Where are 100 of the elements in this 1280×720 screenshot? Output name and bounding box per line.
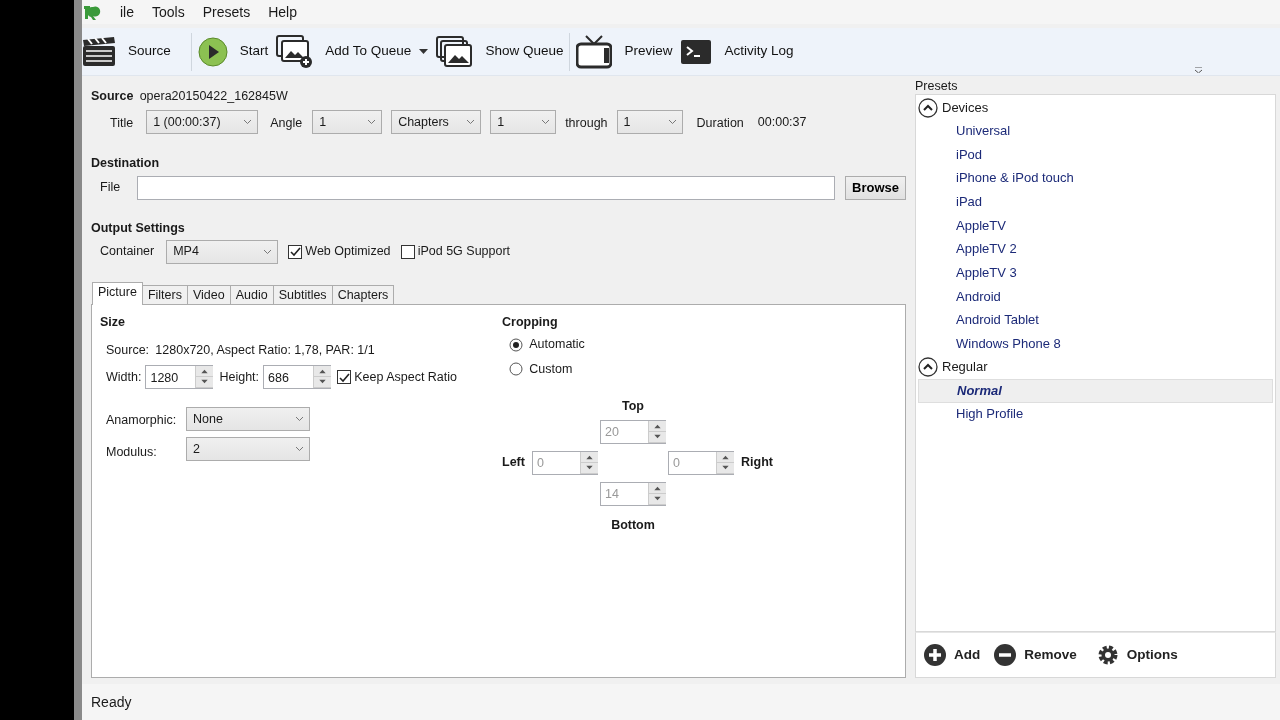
dropdown[interactable]: None	[186, 407, 310, 431]
preset-item[interactable]: iPad	[918, 190, 1273, 214]
source-button[interactable]: Source	[82, 31, 185, 72]
add-queue-button[interactable]: Add To Queue	[276, 31, 437, 72]
tv-icon	[576, 34, 613, 69]
clapperboard-icon	[82, 35, 116, 68]
section-heading: Size	[100, 313, 126, 331]
chevron-down-icon	[264, 249, 272, 254]
chevron-down-icon	[296, 447, 303, 452]
chevron-down-icon	[244, 120, 252, 124]
section-heading: Destination	[91, 155, 161, 172]
remove-button[interactable]: Remove	[992, 644, 1079, 666]
check-mark-icon	[289, 246, 302, 257]
chevron-down-icon	[296, 417, 303, 421]
field-label: through	[565, 115, 608, 133]
file-path-field[interactable]	[137, 175, 836, 200]
log-button[interactable]: Activity Log	[680, 31, 802, 72]
preset-item[interactable]: Universal	[918, 119, 1273, 143]
menu-item[interactable]: Help	[268, 1, 297, 23]
checkbox[interactable]	[400, 244, 415, 259]
field-label: Top	[621, 397, 645, 415]
source-name: opera20150422_162845W	[139, 87, 288, 105]
menu-item[interactable]: Tools	[152, 1, 185, 23]
source-info: 1280x720, Aspect Ratio: 1,78, PAR: 1/1	[155, 342, 375, 360]
start-button[interactable]: Start	[197, 31, 277, 72]
preset-item[interactable]: iPod	[918, 142, 1273, 167]
minus-icon	[994, 644, 1017, 666]
field-label: Bottom	[610, 516, 656, 534]
preset-group-label[interactable]: Devices	[942, 100, 989, 115]
dropdown[interactable]: 1 (00:00:37)	[146, 110, 259, 134]
preset-item[interactable]: AppleTV	[918, 213, 1273, 238]
gear-icon	[1096, 644, 1119, 666]
preset-group-label[interactable]: Regular	[942, 360, 988, 375]
field-label: Modulus:	[106, 444, 158, 461]
show-queue-button[interactable]: Show Queue	[436, 31, 564, 72]
dropdown[interactable]: 1	[312, 110, 383, 134]
field-label: Height:	[219, 368, 260, 386]
spin-down-icon[interactable]	[196, 377, 214, 388]
browse-button[interactable]: Browse	[845, 175, 906, 200]
tab[interactable]: Chapters	[331, 284, 395, 305]
add-button[interactable]: Add	[922, 644, 983, 666]
caret-icon	[419, 49, 429, 54]
overflow-icon[interactable]	[1195, 67, 1202, 73]
field-label: File	[100, 179, 121, 197]
field-label: Left	[502, 454, 526, 472]
dropdown[interactable]: MP4	[166, 239, 279, 264]
preset-item[interactable]: High Profile	[918, 402, 1273, 427]
dropdown[interactable]: Chapters	[391, 110, 482, 134]
chevron-down-icon	[668, 120, 676, 124]
preset-item[interactable]: Normal	[918, 378, 1273, 403]
menu-item[interactable]: ile	[120, 1, 134, 23]
preset-item[interactable]: AppleTV 2	[918, 237, 1273, 262]
play-icon	[197, 36, 228, 67]
check-mark-icon	[338, 371, 351, 383]
field-label: Angle	[270, 115, 303, 133]
chevron-down-icon	[368, 120, 376, 124]
spin-up-icon[interactable]	[314, 366, 332, 377]
terminal-icon	[680, 38, 713, 65]
photo-stack-plus-icon	[276, 34, 314, 69]
tab[interactable]: Picture	[92, 281, 143, 305]
field-label: Container	[100, 243, 155, 261]
radio-label: Custom	[529, 361, 573, 378]
field-label: Anamorphic:	[106, 412, 178, 430]
number-field[interactable]: 1280	[145, 365, 214, 389]
duration-value: 00:00:37	[757, 113, 807, 131]
preview-button[interactable]: Preview	[576, 31, 681, 72]
spin-up-icon[interactable]	[196, 366, 214, 377]
section-heading: Output Settings	[91, 219, 186, 237]
menu-item[interactable]: Presets	[202, 1, 251, 23]
status-text: Ready	[82, 684, 1280, 720]
dropdown[interactable]: 1	[490, 110, 557, 134]
section-heading: Cropping	[502, 313, 559, 331]
chevron-down-icon	[467, 120, 475, 124]
plus-icon	[924, 644, 946, 666]
checkbox-label: Keep Aspect Ratio	[354, 368, 458, 386]
checkbox[interactable]	[288, 244, 303, 259]
options-button[interactable]: Options	[1094, 644, 1180, 666]
checkbox[interactable]	[337, 370, 352, 384]
field-label: Width:	[106, 368, 142, 386]
number-field[interactable]: 686	[263, 365, 332, 389]
preset-item[interactable]: Android Tablet	[918, 308, 1273, 333]
photo-stack-icon	[436, 35, 474, 68]
chevron-down-icon	[542, 120, 550, 124]
checkbox-label: iPod 5G Support	[417, 243, 511, 261]
dropdown[interactable]: 2	[186, 437, 310, 462]
radio-label: Automatic	[529, 336, 585, 354]
spin-down-icon[interactable]	[314, 377, 332, 388]
preset-item[interactable]: Windows Phone 8	[918, 332, 1273, 356]
preset-item[interactable]: Android	[918, 284, 1273, 309]
field-label: Title	[110, 115, 134, 133]
section-heading: Source	[91, 87, 134, 105]
field-label: Right	[740, 454, 773, 472]
dropdown[interactable]: 1	[616, 110, 683, 134]
preset-item[interactable]: AppleTV 3	[918, 261, 1273, 285]
field-label: Duration	[696, 115, 744, 133]
preset-item[interactable]: iPhone & iPod touch	[918, 166, 1273, 191]
collapse-icon[interactable]	[918, 357, 938, 378]
panel-title: Presets	[915, 79, 959, 93]
collapse-icon[interactable]	[918, 97, 938, 118]
field-label: Source:	[106, 342, 150, 360]
